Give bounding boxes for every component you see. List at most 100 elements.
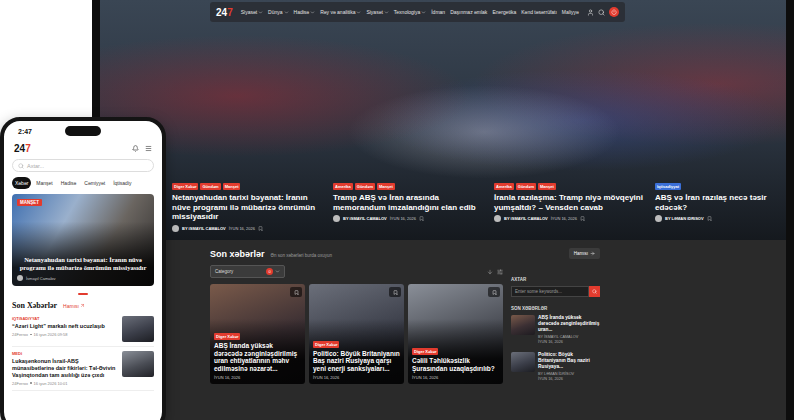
nav-item[interactable]: Dünya bbox=[268, 9, 288, 15]
tag-row: Diger XəbərGündəmManşet bbox=[172, 183, 322, 190]
latest-main: Category0 Diger Xəbər ABŞ İranda yüksək də… bbox=[210, 265, 503, 385]
category-tag[interactable]: Manşet bbox=[538, 183, 556, 190]
nav-item[interactable]: Texnologiya bbox=[394, 9, 426, 15]
hero-title[interactable]: İranla razılaşma: Tramp niyə mövqeyini y… bbox=[494, 193, 644, 212]
power-icon bbox=[611, 9, 617, 15]
category-tab[interactable]: Cəmiyyət bbox=[81, 177, 108, 189]
hero-title[interactable]: Netanyahudan tarixi bəyanat: İranın nüve… bbox=[172, 193, 322, 222]
card-date: İYUN 16, 2026 bbox=[412, 375, 499, 380]
category-tag[interactable]: Gündəm bbox=[200, 183, 220, 190]
sort-icon[interactable] bbox=[487, 269, 493, 275]
nav-item[interactable]: Maliyyə bbox=[562, 9, 579, 15]
category-tab[interactable]: Xəbər bbox=[12, 177, 31, 189]
category-tag[interactable]: Amerika bbox=[494, 183, 514, 190]
category-tag[interactable]: Diger Xəbər bbox=[172, 183, 198, 190]
category-tab[interactable]: Manşet bbox=[33, 177, 55, 189]
category-tag[interactable]: Manşet bbox=[223, 183, 241, 190]
laptop-screen: 247 Siyasət Dünya Hadisə Rəy və analitika Siy… bbox=[100, 0, 786, 420]
bookmark-icon[interactable] bbox=[580, 216, 585, 221]
hero-title[interactable]: ABŞ və İran razılaş necə təsir edəcək? bbox=[655, 193, 780, 212]
hero-slide[interactable]: AmerikaGündəmManşet İranla razılaşma: Tra… bbox=[494, 183, 644, 232]
hero-slider: 247 Siyasət Dünya Hadisə Rəy və analitika Siy… bbox=[100, 0, 786, 240]
all-button[interactable]: Hamısı bbox=[569, 248, 600, 259]
news-card[interactable]: Diger XəbərCəlili Təhlükəsizlik Şurasınd… bbox=[408, 284, 503, 384]
bookmark-icon[interactable] bbox=[419, 216, 424, 221]
category-tag[interactable]: Gündəm bbox=[516, 183, 536, 190]
laptop: 247 Siyasət Dünya Hadisə Rəy və analitika Siy… bbox=[92, 0, 794, 420]
nav-item[interactable]: Kənd təsərrüfatı bbox=[521, 9, 557, 15]
search-placeholder: Axtar... bbox=[27, 163, 44, 169]
latest-news-title: SON XƏBƏRLƏR bbox=[511, 306, 600, 311]
card-title: ABŞ İranda yüksək dərəcədə zənginləşdiri… bbox=[214, 342, 301, 373]
nav-item[interactable]: Hadisə bbox=[294, 9, 316, 15]
post-meta: BY İSMAYIL CAMALOVİYUN 16, 2026 bbox=[494, 215, 644, 222]
bookmark-icon[interactable] bbox=[707, 216, 712, 221]
site-logo[interactable]: 247 bbox=[14, 143, 31, 154]
bookmark-button[interactable] bbox=[389, 287, 401, 297]
top-nav: 247 Siyasət Dünya Hadisə Rəy və analitika Siy… bbox=[210, 2, 625, 22]
nav-item[interactable]: Siyasət bbox=[241, 9, 263, 15]
nav-item[interactable]: Rəy və analitika bbox=[320, 9, 361, 15]
bookmark-icon[interactable] bbox=[258, 226, 263, 231]
section-header: Son xəbərlərƏn son xəbərləri burda oxuyu… bbox=[210, 248, 600, 259]
news-card[interactable]: Diger Xəbər ABŞ İranda yüksək dərəcədə zə… bbox=[210, 284, 305, 384]
bookmark-icon bbox=[492, 290, 497, 295]
phone: 2:47247Axtar...XəbərManşetHadisəCəmiyyət… bbox=[0, 117, 166, 420]
search-button[interactable] bbox=[589, 286, 600, 297]
author-name: BY LƏMAN İDRİSOV bbox=[665, 216, 704, 221]
category-tab[interactable]: Hadisə bbox=[58, 177, 80, 189]
category-tag[interactable]: İqtisadiyyat bbox=[655, 183, 681, 190]
sidebar-news-item[interactable]: Politico: Böyük Britaniyanın Baş naziri … bbox=[511, 352, 600, 382]
tag-row: AmerikaGündəmManşet bbox=[494, 183, 644, 190]
phone-news-item[interactable]: İQTİSADİYYAT“Azəri Light” markalı neft u… bbox=[12, 316, 154, 347]
nav-item[interactable]: İdman bbox=[431, 9, 445, 15]
post-date: İYUN 16, 2026 bbox=[390, 216, 416, 221]
site-logo[interactable]: 247 bbox=[216, 7, 233, 18]
author-avatar bbox=[17, 275, 23, 281]
chevron-down-icon bbox=[275, 269, 280, 274]
category-tag[interactable]: Manşet bbox=[377, 183, 395, 190]
sidebar-news-item[interactable]: ABŞ İranda yüksək dərəcədə zənginləşdiri… bbox=[511, 315, 600, 345]
nav-item[interactable]: Siyasət bbox=[366, 9, 388, 15]
category-tab[interactable]: İqtisadiy bbox=[110, 177, 134, 189]
search-input[interactable]: Enter some keywords... bbox=[511, 286, 589, 297]
card-date: İYUN 16, 2026 bbox=[313, 375, 400, 380]
news-card[interactable]: Diger XəbərPolitico: Böyük Britaniyanın … bbox=[309, 284, 404, 384]
hero-slide[interactable]: AmerikaGündəmManşet Tramp ABŞ və İran ara… bbox=[333, 183, 483, 232]
card-title: Cəlili Təhlükəsizlik Şurasından uzaqlaşd… bbox=[412, 357, 499, 373]
nav-item[interactable]: Energetika bbox=[492, 9, 516, 15]
section-title: Son xəbərlər bbox=[210, 249, 265, 259]
news-title: Lukaşenkonun İsrail-ABŞ münasibətlərinə … bbox=[12, 358, 118, 379]
chevron-down-icon bbox=[258, 10, 263, 15]
page: 247 Siyasət Dünya Hadisə Rəy və analitika Siy… bbox=[0, 0, 800, 420]
nav-item[interactable]: Daşınmaz əmlak bbox=[450, 9, 487, 15]
news-title: ABŞ İranda yüksək dərəcədə zənginləşdiri… bbox=[538, 315, 600, 333]
phone-search[interactable]: Axtar... bbox=[12, 159, 154, 172]
separator-dot bbox=[30, 382, 32, 384]
category-tag: Diger Xəbər bbox=[214, 333, 240, 340]
phone-news-item[interactable]: MEDİLukaşenkonun İsrail-ABŞ münasibətlər… bbox=[12, 351, 154, 391]
hero-title[interactable]: Tramp ABŞ və İran arasında memorandum im… bbox=[333, 193, 483, 212]
category-tag[interactable]: Gündəm bbox=[355, 183, 375, 190]
user-icon[interactable] bbox=[587, 9, 594, 16]
bookmark-button[interactable] bbox=[488, 287, 500, 297]
bookmark-button[interactable] bbox=[290, 287, 302, 297]
search-icon[interactable] bbox=[598, 9, 605, 16]
menu-icon[interactable] bbox=[145, 145, 152, 152]
search-row: Enter some keywords... bbox=[511, 286, 600, 297]
category-select[interactable]: Category0 bbox=[210, 265, 285, 278]
news-meta: 24Ferrox16 iyun 2026 09:58 bbox=[12, 332, 118, 337]
all-link[interactable]: Hamısı bbox=[63, 303, 85, 309]
category-tag[interactable]: Amerika bbox=[333, 183, 353, 190]
card-title: Politico: Böyük Britaniyanın Baş naziri … bbox=[313, 350, 400, 373]
hero-slide[interactable]: İqtisadiyyat ABŞ və İran razılaş necə təs… bbox=[655, 183, 780, 232]
hero-slide[interactable]: Diger XəbərGündəmManşet Netanyahudan tari… bbox=[172, 183, 322, 232]
phone-hero-card[interactable]: MANŞETNetanyahudan tarixi bəyanat: İranı… bbox=[12, 194, 154, 286]
author-avatar bbox=[655, 215, 662, 222]
news-thumbnail bbox=[511, 352, 535, 372]
arrow-up-right-icon bbox=[80, 303, 85, 308]
power-button[interactable] bbox=[609, 7, 619, 17]
filter-icon[interactable] bbox=[497, 269, 503, 275]
bell-icon[interactable] bbox=[132, 145, 139, 152]
phone-section-header: Son XəbərlərHamısı bbox=[12, 301, 154, 310]
